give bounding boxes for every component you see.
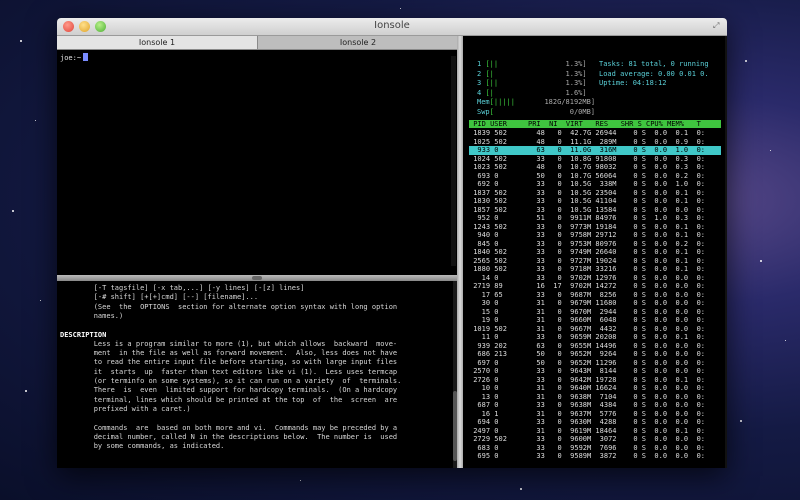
process-row[interactable]: 695 0 33 0 9589M 3872 0 S 0.0 0.0 0:: [469, 452, 721, 461]
htop-terminal[interactable]: 1 [|| 1.3%] 2 [| 1.3%] 3 [|| 1.3%] 4 [| …: [463, 36, 727, 468]
tab-ionsole-2[interactable]: Ionsole 2: [257, 36, 458, 49]
fullscreen-icon[interactable]: ⤢: [713, 21, 722, 30]
tab-ionsole-1[interactable]: Ionsole 1: [57, 36, 257, 49]
window-title: Ionsole: [374, 20, 410, 31]
window-titlebar[interactable]: Ionsole ⤢: [57, 18, 727, 36]
man-line: Less is a program similar to more (1), b…: [60, 339, 398, 348]
cpu-meter: 2 [| 1.3%]: [477, 69, 587, 78]
tab-bar: Ionsole 1 Ionsole 2: [57, 36, 458, 50]
shell-prompt: joe:~: [60, 53, 89, 62]
man-line: by some commands, as indicated.: [60, 442, 225, 451]
man-line: There is even limited support for hardco…: [60, 386, 398, 395]
terminal-scrollbar[interactable]: [451, 56, 456, 266]
htop-scrollbar[interactable]: [725, 36, 727, 468]
terminal-window: Ionsole ⤢ Ionsole 1 Ionsole 2 joe:~ [-T …: [57, 18, 727, 468]
man-line: [-# shift] [+[+]cmd] [--] [filename]...: [60, 293, 259, 302]
man-line: terminal, lines which should be printed …: [60, 395, 398, 404]
man-line: Commands are based on both more and vi. …: [60, 423, 398, 432]
man-section-heading: DESCRIPTION: [60, 330, 107, 339]
load-average: Load average: 0.00 0.01 0.: [599, 69, 709, 78]
man-line: (or terminfo on some systems), so it can…: [60, 377, 402, 385]
man-line: names.): [60, 311, 124, 320]
text-cursor: [83, 53, 89, 61]
man-line: it starts up faster than text editors li…: [60, 367, 398, 376]
man-line: decimal number, called N in the descript…: [60, 432, 398, 441]
cpu-meter: 3 [|| 1.3%]: [477, 79, 587, 87]
process-table-header[interactable]: PID USER PRI NI VIRT RES SHR S CPU% MEM%…: [469, 120, 721, 128]
swap-meter: Swp[ 0/0MB]: [477, 107, 596, 116]
prompt-text: joe:~: [60, 54, 82, 62]
uptime: Uptime: 04:18:12: [599, 79, 667, 87]
man-page-terminal[interactable]: [-T tagsfile] [-x tab,...] [-y lines] [-…: [57, 281, 453, 468]
shell-terminal[interactable]: joe:~: [57, 50, 457, 275]
man-line: (See the OPTIONS section for alternate o…: [60, 302, 398, 311]
memory-meter: Mem[||||| 182G/8192MB]: [477, 98, 596, 106]
splitter-handle[interactable]: [252, 276, 262, 280]
man-line: to read the entire input file before sta…: [60, 358, 398, 367]
man-line: ment in the file as well as forward move…: [60, 349, 398, 358]
cpu-meter: 1 [|| 1.3%]: [477, 60, 587, 68]
man-line: prefixed with a caret.): [60, 404, 191, 413]
cpu-meter: 4 [| 1.6%]: [477, 88, 587, 97]
man-line: [-T tagsfile] [-x tab,...] [-y lines] [-…: [60, 284, 305, 292]
tasks-summary: Tasks: 81 total, 0 running: [599, 60, 709, 68]
